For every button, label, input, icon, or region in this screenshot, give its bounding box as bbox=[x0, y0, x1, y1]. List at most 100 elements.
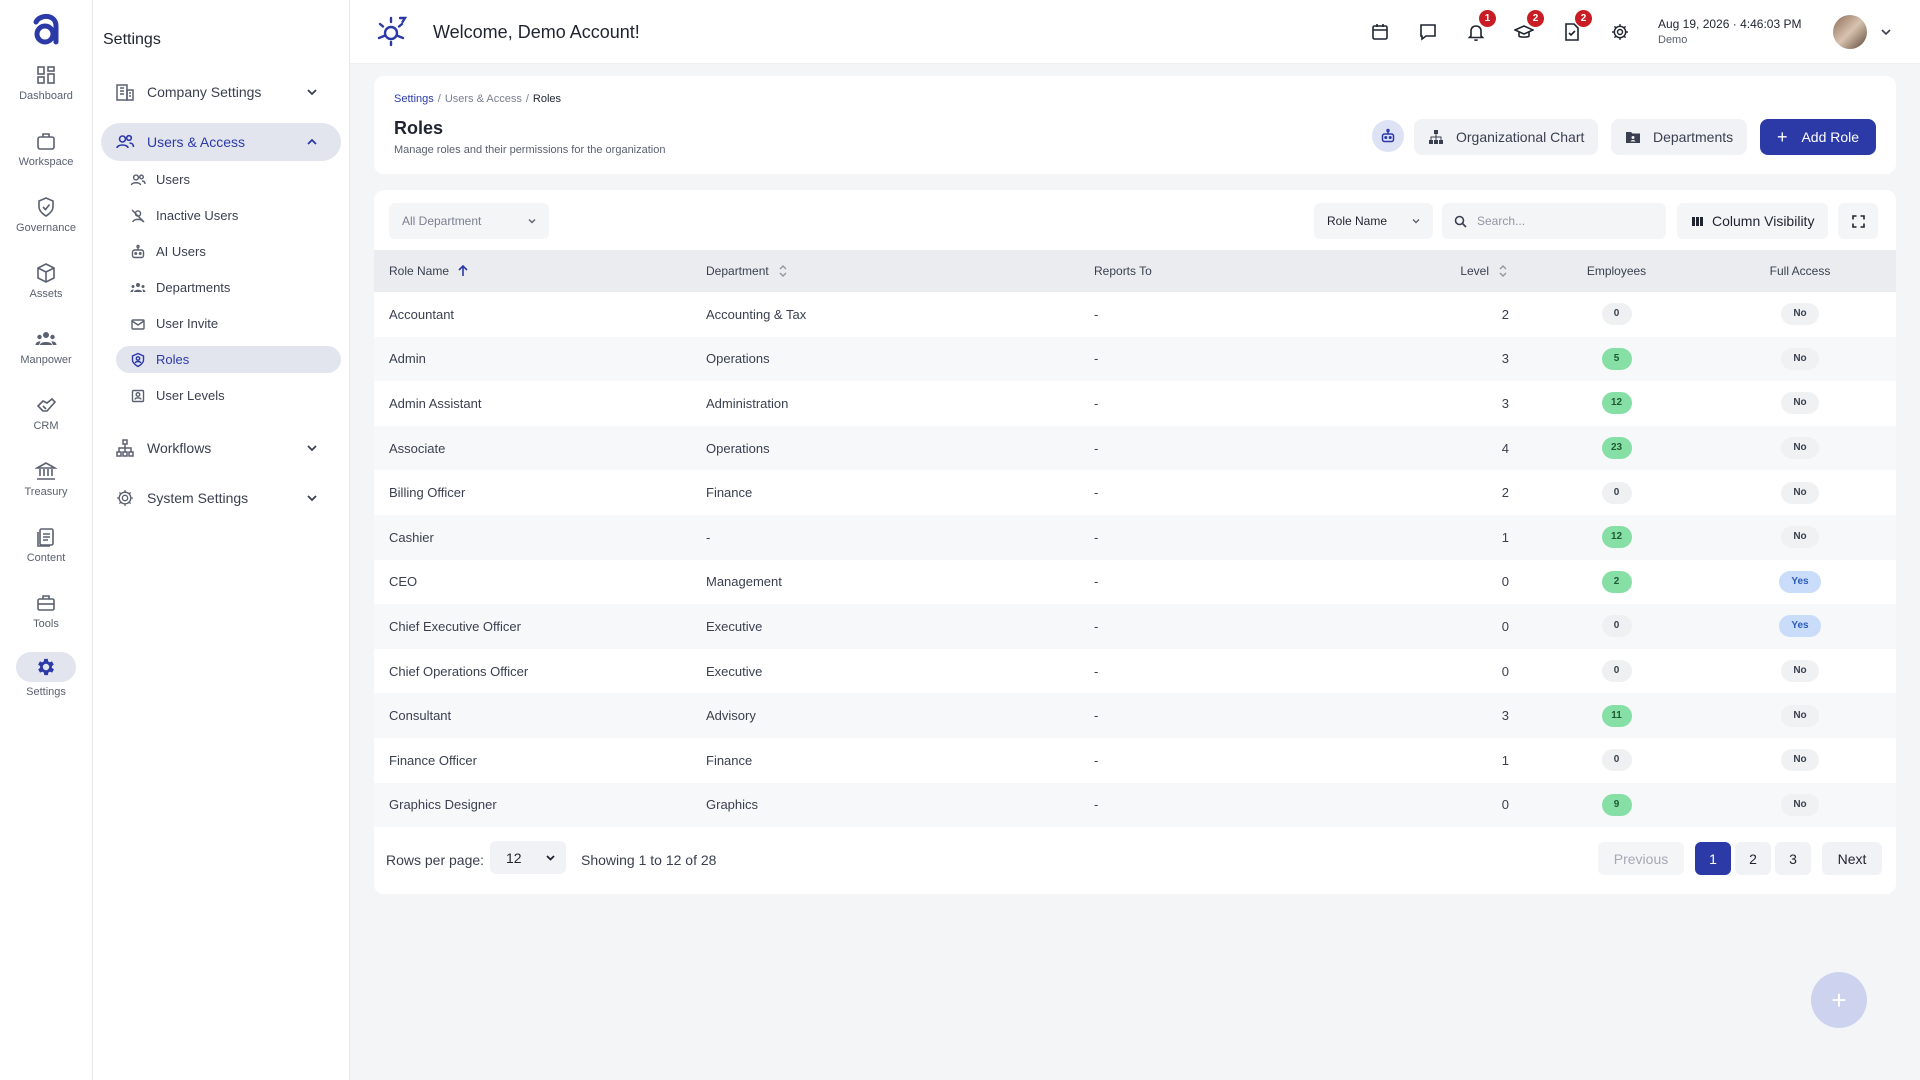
table-row[interactable]: Associate Operations - 4 23 No bbox=[374, 425, 1896, 471]
sidebar-item-ai-users[interactable]: AI Users bbox=[116, 238, 341, 265]
sidebar-item-label: Users bbox=[156, 172, 190, 187]
breadcrumb-users-access[interactable]: Users & Access bbox=[445, 93, 522, 105]
full-access-badge: No bbox=[1781, 660, 1819, 683]
cell-reports-to: - bbox=[1094, 440, 1099, 456]
org-chart-button[interactable]: Organizational Chart bbox=[1414, 119, 1599, 155]
gear-icon[interactable] bbox=[1610, 22, 1630, 42]
cell-level: 4 bbox=[1501, 440, 1509, 456]
brand-mark-icon bbox=[377, 16, 408, 47]
rail-item-governance[interactable]: Governance bbox=[0, 196, 92, 256]
column-header-role-name[interactable]: Role Name bbox=[374, 250, 691, 292]
sidebar-item-user-levels[interactable]: User Levels bbox=[116, 382, 341, 409]
cell-full-access: No bbox=[1704, 515, 1896, 560]
cell-role-name: CEO bbox=[389, 574, 418, 590]
table-row[interactable]: Admin Assistant Administration - 3 12 No bbox=[374, 381, 1896, 426]
cell-reports-to: - bbox=[1094, 529, 1099, 545]
column-header-level[interactable]: Level bbox=[1379, 250, 1529, 292]
cell-employees: 12 bbox=[1529, 515, 1704, 560]
table-row[interactable]: Accountant Accounting & Tax - 2 0 No bbox=[374, 292, 1896, 337]
dashboard-icon bbox=[37, 66, 55, 84]
sidebar-group-company-settings[interactable]: Company Settings bbox=[101, 73, 341, 111]
chevron-down-icon bbox=[307, 89, 317, 96]
shield-user-icon bbox=[131, 352, 145, 367]
chevron-down-icon[interactable] bbox=[1880, 26, 1892, 38]
cell-employees: 11 bbox=[1529, 693, 1704, 738]
column-header-reports-to: Reports To bbox=[1094, 264, 1152, 278]
next-page-button[interactable]: Next bbox=[1822, 842, 1882, 875]
chat-icon[interactable] bbox=[1418, 22, 1438, 42]
rail-item-settings[interactable]: Settings bbox=[0, 652, 92, 712]
table-row[interactable]: Consultant Advisory - 3 11 No bbox=[374, 693, 1896, 738]
sidebar-group-workflows[interactable]: Workflows bbox=[101, 429, 341, 467]
app-logo-icon[interactable] bbox=[28, 10, 64, 50]
cell-department: Management bbox=[706, 574, 782, 590]
department-filter-select[interactable]: All Department bbox=[389, 203, 549, 239]
cell-level: 3 bbox=[1501, 351, 1509, 367]
sidebar-item-roles[interactable]: Roles bbox=[116, 346, 341, 373]
sidebar-item-label: Inactive Users bbox=[156, 208, 239, 223]
cell-level: 1 bbox=[1501, 529, 1509, 545]
previous-page-button[interactable]: Previous bbox=[1598, 842, 1684, 875]
rail-item-assets[interactable]: Assets bbox=[0, 262, 92, 322]
rail-item-dashboard[interactable]: Dashboard bbox=[0, 64, 92, 124]
sidebar-group-users-access[interactable]: Users & Access bbox=[101, 123, 341, 161]
cell-level: 1 bbox=[1501, 752, 1509, 768]
search-box[interactable] bbox=[1442, 203, 1666, 239]
cell-level: 0 bbox=[1501, 797, 1509, 813]
cell-level: 0 bbox=[1501, 663, 1509, 679]
rail-item-manpower[interactable]: Manpower bbox=[0, 328, 92, 388]
cell-department: Accounting & Tax bbox=[706, 306, 807, 322]
chevron-down-icon bbox=[307, 495, 317, 502]
rows-per-page-label: Rows per page: bbox=[386, 852, 485, 868]
page-title: Roles bbox=[394, 118, 444, 138]
cell-level: 2 bbox=[1501, 306, 1509, 322]
welcome-message: Welcome, Demo Account! bbox=[433, 22, 640, 42]
cell-employees: 0 bbox=[1529, 470, 1704, 515]
table-row[interactable]: Chief Executive Officer Executive - 0 0 Yes bbox=[374, 604, 1896, 649]
table-row[interactable]: CEO Management - 0 2 Yes bbox=[374, 560, 1896, 605]
table-row[interactable]: Graphics Designer Graphics - 0 9 No bbox=[374, 782, 1896, 828]
rail-item-workspace[interactable]: Workspace bbox=[0, 130, 92, 190]
search-icon bbox=[1454, 215, 1467, 228]
sidebar-item-departments[interactable]: Departments bbox=[116, 274, 341, 301]
breadcrumb-settings[interactable]: Settings bbox=[394, 93, 434, 105]
cell-reports-to: - bbox=[1094, 574, 1099, 590]
page-button-3[interactable]: 3 bbox=[1775, 842, 1811, 875]
search-field-select[interactable]: Role Name bbox=[1314, 203, 1433, 239]
page-button-1[interactable]: 1 bbox=[1695, 842, 1731, 875]
page-button-2[interactable]: 2 bbox=[1735, 842, 1771, 875]
cell-role-name: Accountant bbox=[389, 306, 455, 322]
rows-per-page-select[interactable]: 12 bbox=[490, 841, 566, 874]
table-row[interactable]: Admin Operations - 3 5 No bbox=[374, 336, 1896, 382]
rail-label: Dashboard bbox=[19, 90, 73, 102]
table-row[interactable]: Cashier - - 1 12 No bbox=[374, 514, 1896, 560]
avatar[interactable] bbox=[1833, 15, 1867, 49]
fullscreen-button[interactable] bbox=[1838, 203, 1878, 239]
column-header-department[interactable]: Department bbox=[691, 250, 1079, 292]
plus-icon: + bbox=[1776, 127, 1788, 147]
table-row[interactable]: Billing Officer Finance - 2 0 No bbox=[374, 470, 1896, 515]
rail-item-content[interactable]: Content bbox=[0, 526, 92, 586]
rail-item-tools[interactable]: Tools bbox=[0, 592, 92, 652]
sidebar-item-users[interactable]: Users bbox=[116, 166, 341, 193]
floating-add-button[interactable]: + bbox=[1811, 972, 1867, 1028]
add-role-button[interactable]: + Add Role bbox=[1760, 119, 1876, 155]
search-input[interactable] bbox=[1477, 214, 1657, 228]
cell-reports-to: - bbox=[1094, 395, 1099, 411]
chevron-up-icon bbox=[307, 138, 317, 145]
cell-role-name: Graphics Designer bbox=[389, 797, 497, 813]
table-row[interactable]: Finance Officer Finance - 1 0 No bbox=[374, 738, 1896, 783]
sidebar-group-system-settings[interactable]: System Settings bbox=[101, 479, 341, 517]
sidebar-item-inactive-users[interactable]: Inactive Users bbox=[116, 202, 341, 229]
column-visibility-button[interactable]: Column Visibility bbox=[1677, 203, 1828, 239]
breadcrumb-separator: / bbox=[437, 93, 441, 105]
ai-assistant-button[interactable] bbox=[1372, 120, 1404, 152]
rail-item-treasury[interactable]: Treasury bbox=[0, 460, 92, 520]
building-icon bbox=[116, 84, 134, 101]
table-row[interactable]: Chief Operations Officer Executive - 0 0 No bbox=[374, 649, 1896, 694]
rail-item-crm[interactable]: CRM bbox=[0, 394, 92, 454]
sidebar-item-user-invite[interactable]: User Invite bbox=[116, 310, 341, 337]
calendar-icon[interactable] bbox=[1370, 22, 1390, 42]
roles-table: Role Name Department Reports To Level Em… bbox=[374, 250, 1896, 828]
departments-button[interactable]: Departments bbox=[1611, 119, 1748, 155]
